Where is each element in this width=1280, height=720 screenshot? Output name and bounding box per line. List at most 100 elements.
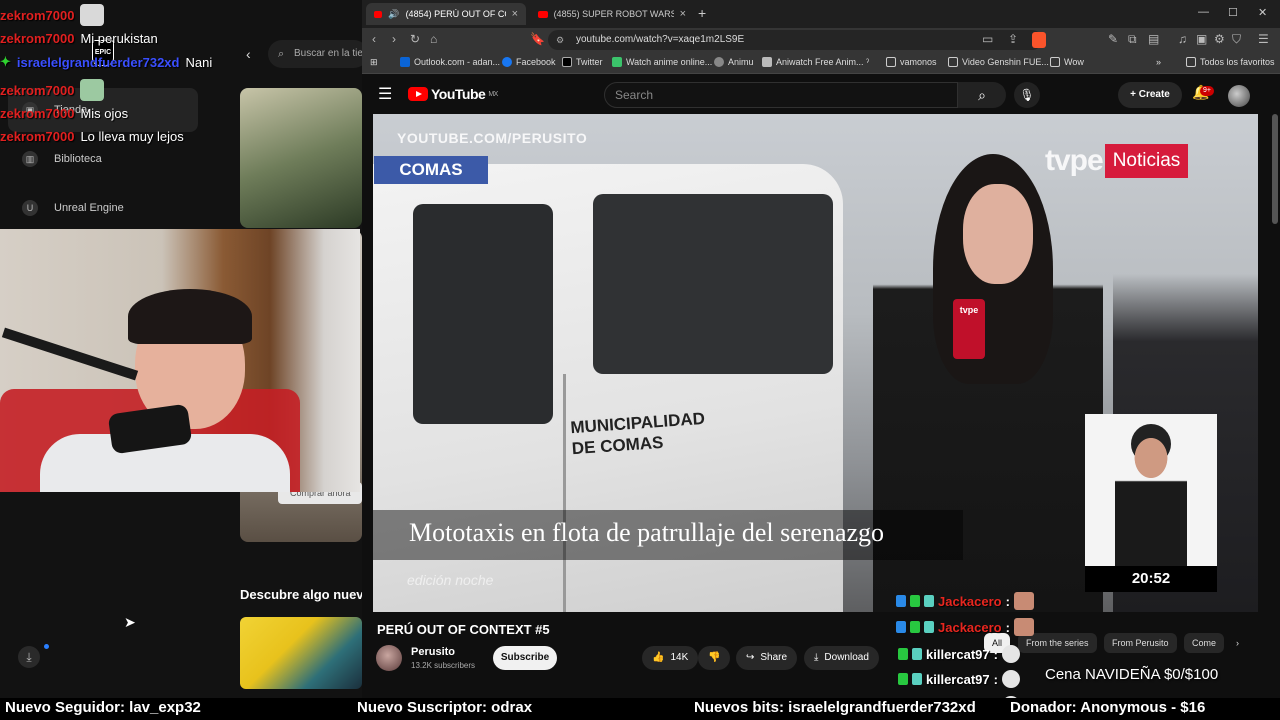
chat-username: zekrom7000 — [0, 129, 75, 144]
sidebar-item-unreal[interactable]: U Unreal Engine — [22, 200, 124, 216]
mouse-cursor-icon: ➤ — [124, 614, 136, 630]
channel-watermark: YOUTUBE.COM/PERUSITO — [397, 130, 588, 146]
bookmark-watch-anime[interactable]: Watch anime online... — [612, 57, 712, 67]
account-avatar[interactable] — [1228, 85, 1250, 107]
subscribe-button[interactable]: Subscribe — [493, 646, 557, 670]
ticker-new-follower: Nuevo Seguidor: lav_exp32 — [5, 699, 201, 716]
bookmark-tw-icon[interactable]: ˀ — [866, 57, 869, 67]
chat-emote — [80, 79, 105, 101]
address-bar[interactable]: ⚙ youtube.com/watch?v=xaqe1m2LS9E — [548, 30, 1042, 50]
chip-from-series[interactable]: From the series — [1018, 633, 1097, 653]
broadcaster-section: Noticias — [1104, 144, 1189, 178]
folder-icon — [886, 57, 896, 67]
badge-icon — [924, 621, 934, 633]
back-icon[interactable]: ‹ — [372, 32, 376, 46]
close-tab-icon[interactable]: × — [512, 8, 518, 20]
bookmark-facebook[interactable]: Facebook — [502, 57, 556, 67]
search-icon[interactable]: ⌕ — [958, 82, 1006, 108]
forward-icon[interactable]: › — [392, 32, 396, 46]
maximize-icon[interactable]: ☐ — [1228, 6, 1238, 19]
bookmark-vamonos[interactable]: vamonos — [886, 57, 937, 67]
bookmark-genshin[interactable]: Video Genshin FUE... — [948, 57, 1049, 67]
discover-heading: Descubre algo nuevo — [240, 587, 372, 602]
wallet-icon[interactable]: ▣ — [1196, 32, 1207, 46]
news-microphone: tvpe — [953, 299, 985, 359]
event-ticker: Nuevo Seguidor: lav_exp32 Nuevo Suscript… — [0, 698, 1280, 720]
share-button[interactable]: ↪ Share — [736, 646, 798, 670]
page-scrollbar[interactable] — [1272, 114, 1278, 224]
browser-menu-icon[interactable]: ☰ — [1258, 32, 1269, 46]
vpn-icon[interactable]: ⚙ — [1214, 32, 1225, 46]
chat-message: zekrom7000 — [0, 4, 105, 26]
sidebar-item-library[interactable]: ▥ Biblioteca — [22, 151, 102, 167]
chat-message: zekrom7000 Lo lleva muy lejos — [0, 129, 184, 144]
location-tag: COMAS — [374, 156, 488, 184]
badge-icon — [896, 595, 906, 607]
bookmark-all-favorites[interactable]: Todos los favoritos — [1186, 57, 1275, 67]
badge-icon — [898, 673, 908, 685]
apps-icon[interactable]: ⊞ — [370, 57, 378, 68]
bookmark-icon[interactable]: 🔖 — [530, 32, 545, 46]
tab-title: (4855) SUPER ROBOT WARS Y - Anno — [553, 9, 674, 19]
new-tab-icon[interactable]: + — [698, 5, 706, 21]
cast-icon[interactable]: ▭ — [982, 32, 993, 46]
chat-message: zekrom7000 Mis ojos — [0, 106, 128, 121]
channel-avatar[interactable] — [376, 645, 402, 671]
browser-toolbar: ‹ › ↻ ⌂ 🔖 ⚙ youtube.com/watch?v=xaqe1m2L… — [362, 28, 1280, 52]
aniwatch-icon — [762, 57, 772, 67]
share-icon: ↪ — [746, 652, 755, 663]
chip-from-channel[interactable]: From Perusito — [1104, 633, 1177, 653]
youtube-search-input[interactable]: Search — [604, 82, 958, 108]
music-icon[interactable]: ♫ — [1178, 32, 1187, 46]
sidebar-icon[interactable]: ▤ — [1148, 32, 1159, 46]
more-bookmarks-icon[interactable]: » — [1156, 57, 1161, 67]
puzzle-icon[interactable]: ⧉ — [1128, 32, 1137, 47]
shield-icon[interactable]: ⛉ — [1232, 32, 1241, 47]
featured-game-card[interactable] — [240, 88, 362, 228]
dislike-button[interactable]: 👎 — [698, 646, 731, 670]
hamburger-menu-icon[interactable]: ☰ — [378, 84, 392, 104]
collapse-icon[interactable]: ‹ — [246, 46, 251, 62]
chat-emote — [80, 4, 105, 26]
bookmark-animu[interactable]: Animu — [714, 57, 754, 67]
close-tab-icon[interactable]: × — [680, 8, 686, 20]
notification-dot — [44, 644, 49, 649]
badge-icon — [910, 621, 920, 633]
tab-super-robot-wars[interactable]: (4855) SUPER ROBOT WARS Y - Anno × — [530, 3, 694, 25]
tab-peru-out-of-context[interactable]: 🔊 (4854) PERÚ OUT OF CONTEXT × — [366, 3, 526, 25]
extension-icon[interactable]: ✎ — [1108, 32, 1118, 46]
like-button[interactable]: 👍 14K — [642, 646, 699, 670]
download-icon[interactable]: ⤓ — [18, 646, 40, 668]
youtube-logo[interactable]: YouTube MX — [408, 86, 498, 102]
bookmark-label: Facebook — [516, 57, 556, 67]
chat-message: zekrom7000 Mi perukistan — [0, 31, 158, 46]
create-button[interactable]: + Create — [1118, 82, 1182, 108]
youtube-logo-text: YouTube — [431, 86, 486, 102]
store-search-input[interactable]: ⌕ Buscar en la tienda — [268, 40, 368, 68]
badge-icon — [924, 595, 934, 607]
overlay-chat-message: Jackacero: — [896, 618, 1034, 636]
brave-shield-icon[interactable] — [1032, 32, 1046, 48]
home-icon[interactable]: ⌂ — [430, 32, 437, 46]
reload-icon[interactable]: ↻ — [410, 32, 420, 46]
x-icon — [562, 57, 572, 67]
unreal-icon: U — [22, 200, 38, 216]
channel-name[interactable]: Perusito — [411, 646, 455, 658]
download-button[interactable]: ⤓ Download — [804, 646, 879, 670]
bookmark-wow[interactable]: Wow — [1050, 57, 1084, 67]
video-player[interactable]: MUNICIPALIDAD DE COMAS tvpe YOUTUBE.COM/… — [373, 114, 1258, 612]
bookmark-aniwatch[interactable]: Aniwatch Free Anim... — [762, 57, 864, 67]
close-window-icon[interactable]: ✕ — [1258, 6, 1267, 19]
chat-emote — [1001, 670, 1020, 688]
share-icon[interactable]: ⇪ — [1008, 32, 1018, 46]
bookmark-twitter[interactable]: Twitter — [562, 57, 603, 67]
game-card[interactable] — [240, 617, 362, 689]
bookmark-outlook[interactable]: Outlook.com - adan... — [400, 57, 500, 67]
chevron-right-icon[interactable]: › — [1228, 633, 1247, 653]
minimize-icon[interactable]: — — [1198, 6, 1209, 18]
sign-language-inset — [1085, 414, 1217, 566]
facebook-icon — [502, 57, 512, 67]
voice-search-icon[interactable]: 🎙 — [1014, 82, 1040, 108]
chip-more[interactable]: Come — [1184, 633, 1225, 653]
region-code: MX — [488, 90, 498, 98]
